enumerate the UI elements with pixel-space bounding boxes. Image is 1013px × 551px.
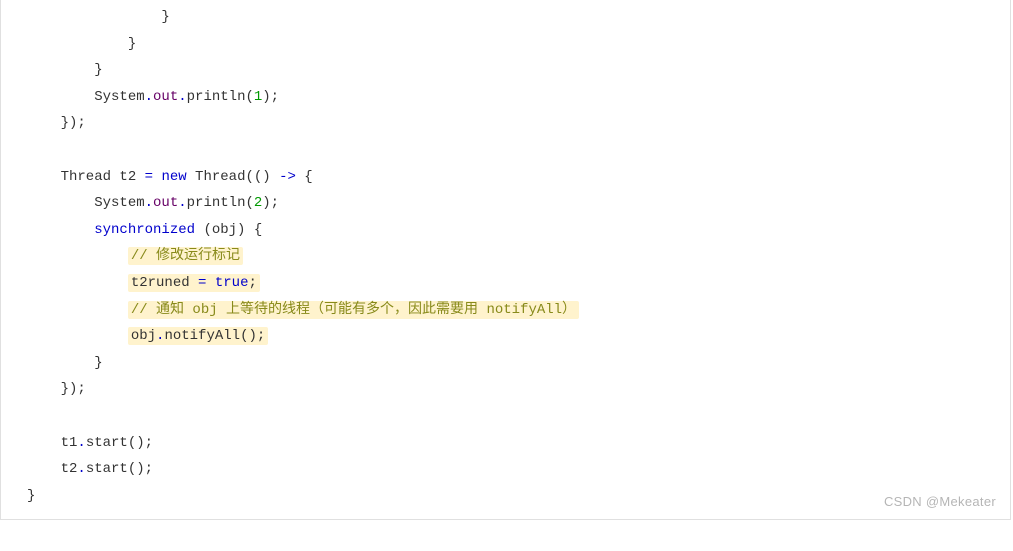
code-highlight: obj.notifyAll(); <box>128 327 268 345</box>
code-line: } <box>27 62 103 78</box>
code-line: synchronized (obj) { <box>27 222 262 238</box>
code-line: t2.start(); <box>27 461 153 477</box>
comment-highlight: // 通知 obj 上等待的线程（可能有多个，因此需要用 notifyAll） <box>128 301 579 319</box>
comment-highlight: // 修改运行标记 <box>128 247 243 265</box>
code-line: } <box>27 355 103 371</box>
code-line: }); <box>27 115 86 131</box>
watermark-text: CSDN @Mekeater <box>884 494 996 509</box>
code-line: // 通知 obj 上等待的线程（可能有多个，因此需要用 notifyAll） <box>27 301 579 319</box>
code-line: }); <box>27 381 86 397</box>
code-content: } } } System.out.println(1); }); Thread … <box>1 4 1010 509</box>
code-line: System.out.println(2); <box>27 195 279 211</box>
code-line: } <box>27 36 136 52</box>
code-line: System.out.println(1); <box>27 89 279 105</box>
code-line: t1.start(); <box>27 435 153 451</box>
code-block: } } } System.out.println(1); }); Thread … <box>0 0 1011 520</box>
code-highlight: t2runed = true; <box>128 274 260 292</box>
code-line: } <box>27 488 35 504</box>
code-line: } <box>27 9 170 25</box>
code-line: t2runed = true; <box>27 274 260 292</box>
code-line: Thread t2 = new Thread(() -> { <box>27 169 313 185</box>
code-line: // 修改运行标记 <box>27 247 243 265</box>
code-line: obj.notifyAll(); <box>27 327 268 345</box>
